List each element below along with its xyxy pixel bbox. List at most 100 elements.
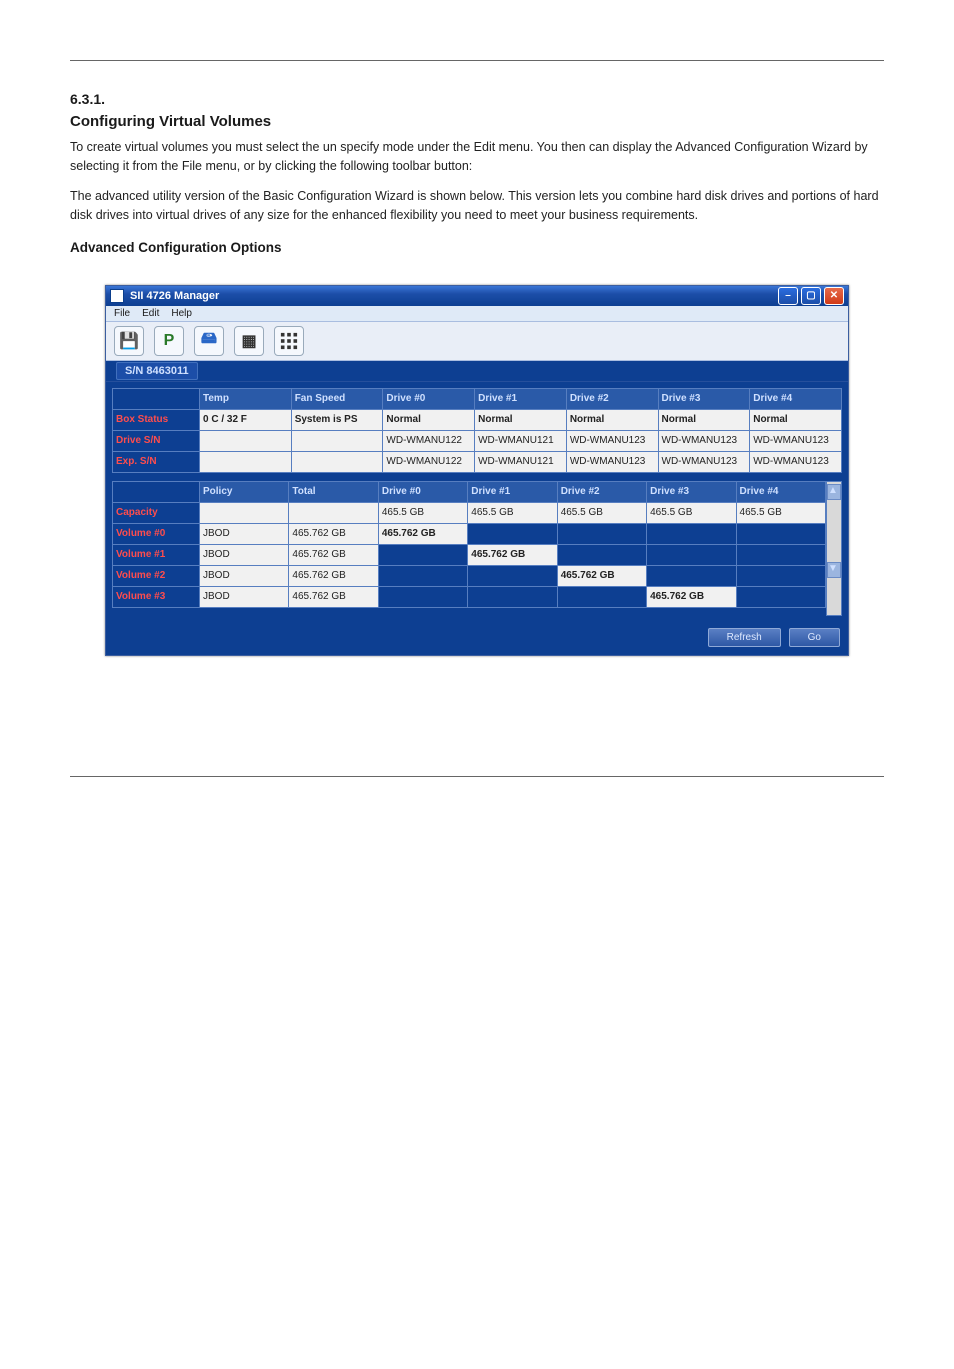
table-cell: WD-WMANU122 [383, 451, 475, 472]
section-number: 6.3.1. [70, 91, 884, 107]
column-header: Drive #0 [383, 388, 475, 409]
table-cell[interactable]: 465.762 GB [289, 523, 378, 544]
body-paragraph-2: The advanced utility version of the Basi… [70, 187, 884, 226]
table-cell[interactable]: 465.762 GB [557, 565, 646, 586]
serial-number-tab[interactable]: S/N 8463011 [106, 361, 848, 382]
grid-icon[interactable]: ▦ [234, 326, 264, 356]
menu-edit[interactable]: Edit [142, 308, 159, 319]
column-header: Drive #1 [475, 388, 567, 409]
scroll-up-arrow-icon[interactable]: ▲ [827, 484, 841, 500]
refresh-button[interactable]: Refresh [708, 628, 781, 647]
menu-file[interactable]: File [114, 308, 130, 319]
table-cell [291, 451, 383, 472]
table-cell: Normal [658, 409, 750, 430]
page-top-rule [70, 60, 884, 61]
table-cell[interactable]: 465.762 GB [468, 544, 557, 565]
column-header: Drive #3 [647, 481, 736, 502]
body-paragraph-1: To create virtual volumes you must selec… [70, 138, 884, 177]
table-cell[interactable]: JBOD [200, 544, 289, 565]
column-header: Drive #4 [750, 388, 842, 409]
page-bottom-rule [70, 776, 884, 777]
table-cell[interactable]: 465.5 GB [736, 502, 825, 523]
window-titlebar: SII 4726 Manager – ▢ ✕ [106, 286, 848, 306]
table-cell: WD-WMANU123 [750, 430, 842, 451]
table-cell[interactable] [468, 523, 557, 544]
table-cell[interactable]: 465.762 GB [378, 523, 467, 544]
table-cell[interactable]: 465.762 GB [647, 586, 736, 607]
table-cell[interactable] [468, 586, 557, 607]
scroll-down-arrow-icon[interactable]: ▼ [827, 562, 841, 578]
volumes-table: PolicyTotalDrive #0Drive #1Drive #2Drive… [112, 481, 826, 608]
table-cell: WD-WMANU123 [750, 451, 842, 472]
table-cell [200, 430, 292, 451]
table-cell[interactable] [289, 502, 378, 523]
table-cell[interactable] [557, 544, 646, 565]
save-icon[interactable]: 💾 [114, 326, 144, 356]
column-header: Drive #2 [566, 388, 658, 409]
table-cell[interactable] [378, 544, 467, 565]
column-header: Drive #2 [557, 481, 646, 502]
table-cell: WD-WMANU123 [658, 430, 750, 451]
table-cell[interactable]: 465.762 GB [289, 565, 378, 586]
content-panel: TempFan SpeedDrive #0Drive #1Drive #2Dri… [106, 382, 848, 622]
menu-help[interactable]: Help [171, 308, 192, 319]
maximize-button[interactable]: ▢ [801, 287, 821, 305]
row-header: Box Status [113, 409, 200, 430]
table-cell[interactable] [736, 544, 825, 565]
table-cell: Normal [566, 409, 658, 430]
row-header: Volume #1 [113, 544, 200, 565]
table-cell[interactable] [557, 586, 646, 607]
wizard-icon[interactable] [274, 326, 304, 356]
table-cell[interactable] [736, 523, 825, 544]
column-header: Policy [200, 481, 289, 502]
table-cell[interactable] [557, 523, 646, 544]
app-icon [110, 289, 124, 303]
row-header: Exp. S/N [113, 451, 200, 472]
table-cell[interactable]: JBOD [200, 523, 289, 544]
vertical-scrollbar[interactable]: ▲ ▼ [826, 481, 842, 616]
table-cell[interactable]: 465.5 GB [557, 502, 646, 523]
minimize-button[interactable]: – [778, 287, 798, 305]
row-header: Volume #0 [113, 523, 200, 544]
table-cell[interactable]: JBOD [200, 586, 289, 607]
table-cell: 0 C / 32 F [200, 409, 292, 430]
table-cell[interactable] [200, 502, 289, 523]
go-button[interactable]: Go [789, 628, 840, 647]
table-cell[interactable] [647, 565, 736, 586]
table-cell[interactable]: 465.5 GB [378, 502, 467, 523]
table-cell [291, 430, 383, 451]
close-button[interactable]: ✕ [824, 287, 844, 305]
table-cell[interactable]: JBOD [200, 565, 289, 586]
toolbar: 💾 P 🖴 ▦ [106, 322, 848, 361]
table-cell[interactable] [378, 565, 467, 586]
table-cell[interactable] [647, 544, 736, 565]
table-cell[interactable] [736, 565, 825, 586]
table-cell: Normal [750, 409, 842, 430]
table-cell[interactable] [736, 586, 825, 607]
table-cell [200, 451, 292, 472]
wizard-svg-icon [280, 332, 298, 350]
table-cell[interactable] [647, 523, 736, 544]
row-header: Volume #3 [113, 586, 200, 607]
status-table: TempFan SpeedDrive #0Drive #1Drive #2Dri… [112, 388, 842, 473]
app-window: SII 4726 Manager – ▢ ✕ File Edit Help 💾 … [105, 285, 849, 656]
column-header: Drive #0 [378, 481, 467, 502]
column-header: Temp [200, 388, 292, 409]
column-header: Drive #3 [658, 388, 750, 409]
subheading: Advanced Configuration Options [70, 240, 884, 255]
row-header: Capacity [113, 502, 200, 523]
table-cell: WD-WMANU123 [566, 430, 658, 451]
table-cell[interactable]: 465.5 GB [647, 502, 736, 523]
table-cell[interactable]: 465.762 GB [289, 586, 378, 607]
serial-number-label: S/N 8463011 [116, 362, 198, 380]
table-cell[interactable]: 465.762 GB [289, 544, 378, 565]
column-header: Drive #4 [736, 481, 825, 502]
drive-icon[interactable]: 🖴 [194, 326, 224, 356]
policy-icon[interactable]: P [154, 326, 184, 356]
table-cell: WD-WMANU123 [658, 451, 750, 472]
column-header: Drive #1 [468, 481, 557, 502]
table-cell: System is PS [291, 409, 383, 430]
table-cell[interactable] [378, 586, 467, 607]
table-cell[interactable]: 465.5 GB [468, 502, 557, 523]
table-cell[interactable] [468, 565, 557, 586]
